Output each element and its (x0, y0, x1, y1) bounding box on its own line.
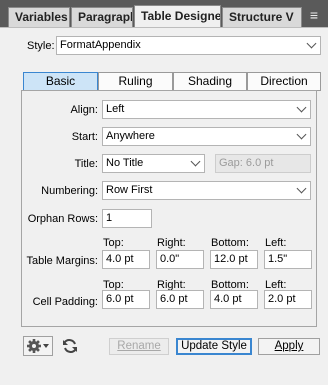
chevron-down-icon (296, 102, 307, 113)
gear-icon (27, 339, 49, 353)
title-label: Title: (74, 158, 98, 170)
orphan-rows-input[interactable]: 1 (102, 209, 152, 228)
start-label: Start: (71, 131, 98, 143)
margin-bottom-header: Bottom: (211, 237, 249, 249)
padding-top-input[interactable]: 6.0 pt (102, 290, 150, 309)
margin-left-header: Left: (265, 237, 287, 249)
chevron-down-icon (296, 183, 307, 194)
cell-padding-label: Cell Padding: (32, 296, 98, 308)
margin-top-input[interactable]: 4.0 pt (102, 250, 150, 269)
subtab-basic[interactable]: Basic (23, 72, 98, 91)
apply-label: Apply (274, 340, 304, 352)
numbering-select[interactable]: Row First (102, 181, 311, 200)
padding-bottom-input[interactable]: 4.0 pt (210, 290, 258, 309)
start-select[interactable]: Anywhere (102, 127, 311, 146)
update-style-button[interactable]: Update Style (176, 338, 252, 355)
panel-tab-strip: Variables Paragraph I Table Designer Str… (0, 0, 328, 27)
rename-button[interactable]: Rename (109, 338, 169, 355)
subtab-shading[interactable]: Shading (173, 72, 247, 91)
divider (0, 27, 328, 28)
gap-label: Gap: (219, 157, 243, 169)
numbering-value: Row First (106, 184, 153, 196)
chevron-down-icon (190, 156, 201, 167)
style-select[interactable]: FormatAppendix (56, 36, 321, 55)
align-value: Left (106, 103, 125, 115)
align-select[interactable]: Left (102, 100, 311, 119)
margin-right-input[interactable]: 0.0" (156, 250, 204, 269)
table-margins-label: Table Margins: (26, 255, 98, 267)
hamburger-menu-icon[interactable]: ≡ (305, 8, 323, 22)
numbering-label: Numbering: (41, 185, 98, 197)
subtab-direction[interactable]: Direction (247, 72, 321, 91)
tab-table-designer[interactable]: Table Designer (134, 5, 221, 27)
margin-right-header: Right: (157, 237, 186, 249)
margin-bottom-input[interactable]: 12.0 pt (210, 250, 258, 269)
gap-field: Gap: 6.0 pt (215, 154, 311, 173)
gap-value: 6.0 pt (245, 157, 274, 169)
subtab-ruling[interactable]: Ruling (98, 72, 173, 91)
refresh-icon (63, 339, 77, 353)
style-value: FormatAppendix (60, 39, 141, 51)
start-value: Anywhere (106, 130, 155, 142)
title-value: No Title (106, 157, 144, 169)
title-select[interactable]: No Title (102, 154, 205, 173)
padding-right-input[interactable]: 6.0 pt (156, 290, 204, 309)
tab-variables[interactable]: Variables (8, 7, 70, 27)
refresh-button[interactable] (60, 336, 80, 356)
style-label: Style: (27, 40, 55, 52)
chevron-down-icon (306, 38, 317, 49)
margin-left-input[interactable]: 1.5" (264, 250, 312, 269)
padding-left-input[interactable]: 2.0 pt (264, 290, 312, 309)
rename-label: Rename (117, 340, 161, 352)
margin-top-header: Top: (103, 237, 124, 249)
apply-button[interactable]: Apply (258, 338, 320, 355)
settings-menu-button[interactable] (23, 336, 53, 356)
tab-paragraph[interactable]: Paragraph I (71, 7, 133, 27)
chevron-down-icon (296, 129, 307, 140)
align-label: Align: (70, 104, 98, 116)
orphan-rows-label: Orphan Rows: (27, 213, 98, 225)
tab-structure[interactable]: Structure V (222, 7, 302, 27)
dropdown-arrow-icon (43, 344, 49, 348)
